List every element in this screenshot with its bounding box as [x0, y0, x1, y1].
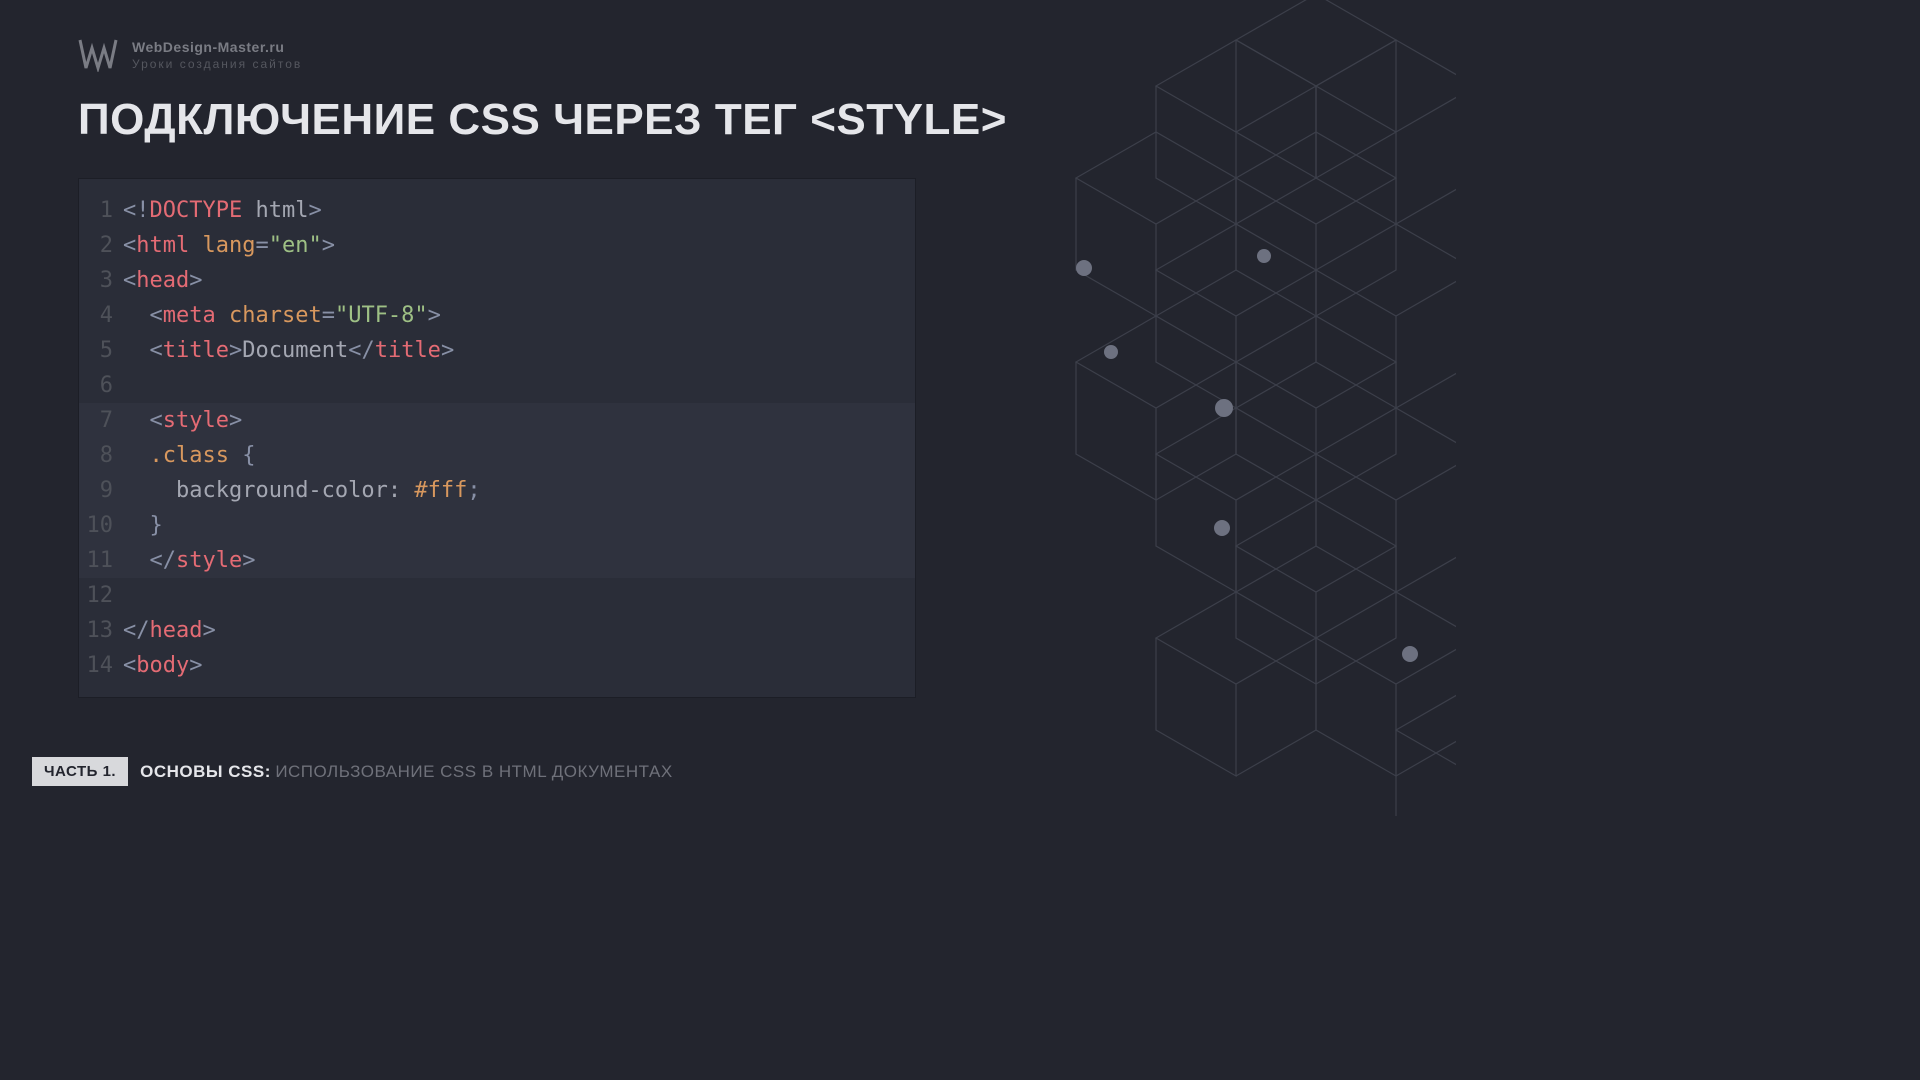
code-line: 7 <style>: [79, 403, 915, 438]
code-line: 12: [79, 578, 915, 613]
code-line: 13 </head>: [79, 613, 915, 648]
code-line: 3 <head>: [79, 263, 915, 298]
code-line: 14 <body>: [79, 648, 915, 683]
logo-icon: [78, 38, 118, 72]
code-line: 10 }: [79, 508, 915, 543]
code-line: 11 </style>: [79, 543, 915, 578]
code-line: 4 <meta charset="UTF-8">: [79, 298, 915, 333]
breadcrumb-topic: ИСПОЛЬЗОВАНИЕ CSS В HTML ДОКУМЕНТАХ: [275, 762, 672, 781]
site-header: WebDesign-Master.ru Уроки создания сайто…: [78, 38, 302, 72]
site-tagline: Уроки создания сайтов: [132, 57, 302, 71]
site-name: WebDesign-Master.ru: [132, 39, 302, 55]
page-title: ПОДКЛЮЧЕНИЕ CSS ЧЕРЕЗ ТЕГ <STYLE>: [78, 95, 1007, 145]
code-line: 6: [79, 368, 915, 403]
code-block: 1 <!DOCTYPE html> 2 <html lang="en"> 3 <…: [78, 178, 916, 698]
code-line: 9 background-color: #fff;: [79, 473, 915, 508]
footer-breadcrumb: ЧАСТЬ 1. ОСНОВЫ CSS: ИСПОЛЬЗОВАНИЕ CSS В…: [32, 757, 673, 786]
part-badge: ЧАСТЬ 1.: [32, 757, 128, 786]
code-line: 2 <html lang="en">: [79, 228, 915, 263]
code-line: 1 <!DOCTYPE html>: [79, 193, 915, 228]
breadcrumb-section: ОСНОВЫ CSS:: [140, 762, 271, 781]
decorative-cubes: [976, 0, 1456, 816]
code-line: 8 .class {: [79, 438, 915, 473]
code-line: 5 <title>Document</title>: [79, 333, 915, 368]
